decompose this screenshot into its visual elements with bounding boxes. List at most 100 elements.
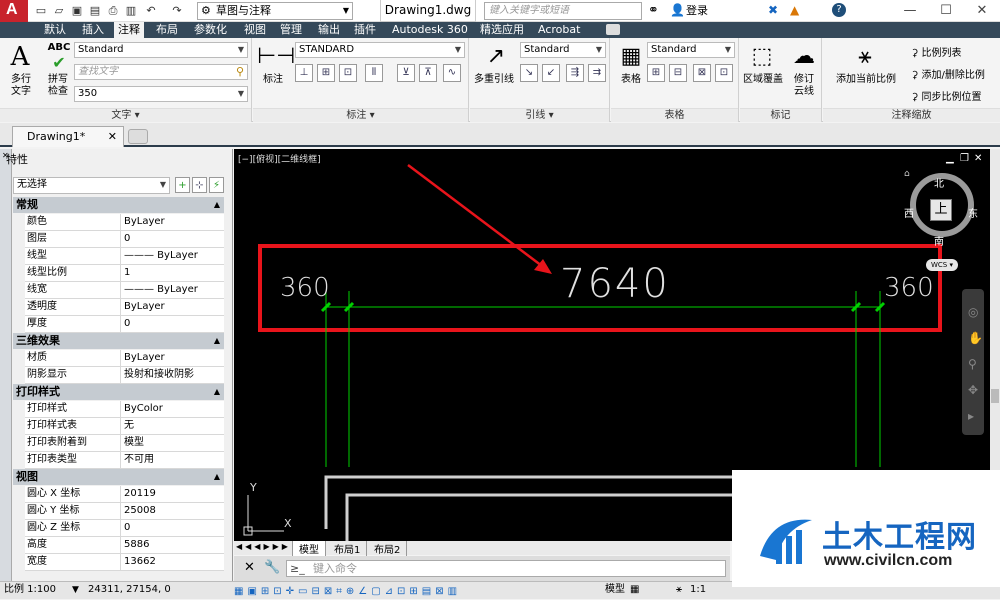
autodesk-app-icon[interactable]: ▲ (790, 3, 799, 17)
undo-icon[interactable]: ↶ (144, 4, 158, 18)
status-scale[interactable]: 比例 1:100 (4, 582, 56, 598)
app-menu-button[interactable]: A (0, 0, 28, 22)
dim-break-icon[interactable]: ⊡ (339, 64, 357, 82)
steering-wheel-icon[interactable]: ◎ (968, 305, 978, 319)
property-row[interactable]: 打印样式 ByColor (25, 401, 224, 418)
add-scale-icon[interactable]: ⚹ (849, 42, 881, 72)
property-row[interactable]: 线型比例 1 (25, 265, 224, 282)
leader-style-dropdown[interactable]: Standard ▼ (520, 42, 606, 58)
print-icon[interactable]: ⎙ (106, 4, 120, 18)
dimension-text-right[interactable]: 360 (884, 273, 934, 303)
quick-select-icon[interactable]: ⚡ (209, 177, 224, 193)
viewcube-face[interactable]: 上 (930, 199, 952, 221)
property-value[interactable]: 25008 (120, 503, 224, 519)
close-icon[interactable]: ✕ (108, 127, 117, 146)
viewcube-east[interactable]: 东 (968, 205, 978, 220)
property-value[interactable]: ——— ByLayer (120, 282, 224, 298)
plot-icon[interactable]: ▥ (124, 4, 138, 18)
collapse-icon[interactable]: ▲ (214, 469, 220, 485)
table-style-dropdown[interactable]: Standard ▼ (647, 42, 735, 58)
viewcube-west[interactable]: 西 (904, 205, 914, 220)
property-row[interactable]: 打印表附着到 模型 (25, 435, 224, 452)
property-row[interactable]: 线宽 ——— ByLayer (25, 282, 224, 299)
dim-style-dropdown[interactable]: STANDARD ▼ (295, 42, 465, 58)
dim-quick-icon[interactable]: ⊞ (317, 64, 335, 82)
toggle-pickadd-icon[interactable]: + (175, 177, 190, 193)
property-value[interactable]: 5886 (120, 537, 224, 553)
property-value[interactable]: 1 (120, 265, 224, 281)
property-row[interactable]: 颜色 ByLayer (25, 214, 224, 231)
tab-annotate[interactable]: 注释 (114, 22, 144, 38)
workspace-dropdown[interactable]: ⚙ 草图与注释 ▼ (197, 2, 353, 20)
save-icon[interactable]: ▣ (70, 4, 84, 18)
tab-parametric[interactable]: 参数化 (190, 22, 231, 38)
property-row[interactable]: 圆心 Z 坐标 0 (25, 520, 224, 537)
search-input[interactable]: 键入关键字或短语 (484, 2, 642, 20)
grid-icon[interactable]: ▦ (630, 582, 639, 598)
dimension-icon[interactable]: ⊢⊣ (257, 42, 295, 72)
property-value[interactable]: 0 (120, 316, 224, 332)
tab-view[interactable]: 视图 (240, 22, 270, 38)
tab-insert[interactable]: 插入 (78, 22, 108, 38)
new-file-icon[interactable]: ▭ (34, 4, 48, 18)
showmotion-icon[interactable]: ▸ (968, 409, 974, 423)
spellcheck-label[interactable]: 拼写 检查 (40, 74, 76, 98)
property-row[interactable]: 圆心 Y 坐标 25008 (25, 503, 224, 520)
property-row[interactable]: 圆心 X 坐标 20119 (25, 486, 224, 503)
viewport-restore-icon[interactable]: ❐ (960, 153, 969, 164)
dimension-text-left[interactable]: 360 (280, 273, 330, 303)
property-row[interactable]: 宽度 13662 (25, 554, 224, 571)
revcloud-label[interactable]: 修订 云线 (786, 74, 822, 98)
palette-title-strip[interactable] (0, 149, 12, 581)
multiline-text-label[interactable]: 多行 文字 (2, 74, 40, 98)
pan-icon[interactable]: ✋ (968, 331, 983, 345)
tab-layout2[interactable]: 布局2 (368, 541, 408, 556)
property-value[interactable]: ByLayer (120, 299, 224, 315)
tab-model[interactable]: 模型 (292, 541, 326, 557)
sync-scale-item[interactable]: ⚳ 同步比例位置 (911, 88, 982, 103)
property-value[interactable]: 0 (120, 520, 224, 536)
tab-output[interactable]: 输出 (314, 22, 344, 38)
annotation-scale-footer[interactable]: 注释缩放 (823, 108, 1000, 122)
minimize-button[interactable]: — (892, 0, 928, 22)
property-row[interactable]: 透明度 ByLayer (25, 299, 224, 316)
dim-tolerance-icon[interactable]: ⊻ (397, 64, 415, 82)
ribbon-toggle-icon[interactable] (606, 24, 620, 35)
dim-continue-icon[interactable]: ⊥ (295, 64, 313, 82)
home-icon[interactable]: ⌂ (904, 169, 910, 179)
viewcube-north[interactable]: 北 (934, 175, 944, 190)
save-as-icon[interactable]: ▤ (88, 4, 102, 18)
exchange-icon[interactable]: ✖ (768, 3, 778, 17)
wipeout-label[interactable]: 区域覆盖 (740, 74, 786, 86)
add-remove-scale-item[interactable]: ⚳ 添加/删除比例 (911, 66, 985, 81)
maximize-button[interactable]: ☐ (928, 0, 964, 22)
tab-featured-apps[interactable]: 精选应用 (476, 22, 528, 38)
close-button[interactable]: ✕ (964, 0, 1000, 22)
property-value[interactable]: ——— ByLayer (120, 248, 224, 264)
property-row[interactable]: 打印样式表 无 (25, 418, 224, 435)
annotation-scale-icon[interactable]: ⚹ (676, 582, 682, 598)
dim-jog-icon[interactable]: ∿ (443, 64, 461, 82)
dimension-label[interactable]: 标注 (257, 74, 289, 86)
remove-leader-icon[interactable]: ↙ (542, 64, 560, 82)
zoom-icon[interactable]: ⚲ (968, 357, 977, 371)
tab-layout[interactable]: 布局 (152, 22, 182, 38)
table-icon[interactable]: ▦ (615, 42, 647, 72)
tab-layout1[interactable]: 布局1 (328, 541, 368, 556)
property-row[interactable]: 线型 ——— ByLayer (25, 248, 224, 265)
collect-leader-icon[interactable]: ⇉ (588, 64, 606, 82)
property-section-header[interactable]: 视图 ▲ (13, 469, 224, 485)
new-tab-button[interactable] (128, 129, 148, 144)
binoculars-icon[interactable]: ⚭ (648, 3, 659, 18)
scrollbar-thumb[interactable] (991, 389, 999, 403)
property-value[interactable]: 模型 (120, 435, 224, 451)
property-section-header[interactable]: 常规 ▲ (13, 197, 224, 213)
markup-group-footer[interactable]: 标记 (740, 108, 821, 122)
annotation-scale-value[interactable]: 1:1 (690, 582, 706, 598)
add-leader-icon[interactable]: ↘ (520, 64, 538, 82)
property-row[interactable]: 高度 5886 (25, 537, 224, 554)
text-style-dropdown[interactable]: Standard ▼ (74, 42, 248, 58)
property-row[interactable]: 材质 ByLayer (25, 350, 224, 367)
tab-default[interactable]: 默认 (40, 22, 70, 38)
table-download-icon[interactable]: ⊠ (693, 64, 711, 82)
